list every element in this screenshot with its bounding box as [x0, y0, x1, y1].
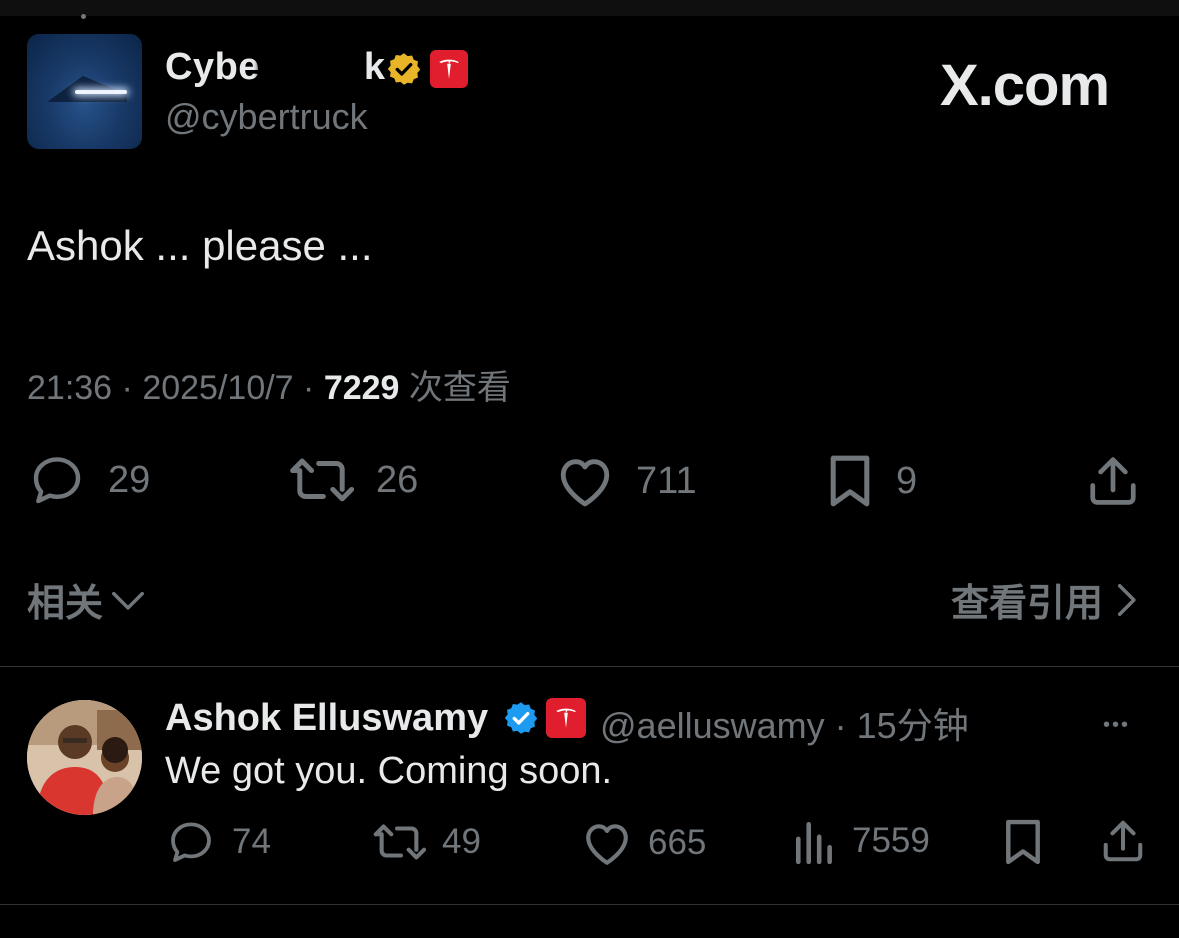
analytics-icon — [795, 821, 832, 864]
reply-time[interactable]: 15分钟 — [857, 705, 969, 746]
tesla-logo-icon — [556, 708, 576, 728]
reply-views-count: 7559 — [852, 821, 930, 860]
reply-handle-line: @aelluswamy · 15分钟 — [600, 697, 969, 749]
view-quotes-label: 查看引用 — [950, 583, 1103, 625]
heart-icon — [560, 459, 610, 507]
meta-separator: · — [834, 705, 847, 746]
gold-verified-icon[interactable] — [386, 51, 422, 87]
truck-silhouette — [47, 76, 127, 102]
share-icon — [1103, 820, 1143, 862]
blue-verified-icon[interactable] — [503, 700, 539, 736]
heart-icon — [586, 824, 628, 865]
reply-share-button[interactable] — [1100, 818, 1146, 864]
reply-like-button[interactable]: 665 — [582, 820, 706, 866]
truck-lightbar — [75, 90, 127, 94]
related-toggle[interactable]: 相关 — [27, 572, 147, 627]
reply-handle[interactable]: @aelluswamy — [600, 705, 825, 746]
status-strip — [0, 0, 1179, 16]
repost-button[interactable]: 26 — [288, 454, 418, 506]
views-label: 次查看 — [408, 369, 511, 407]
reply-text: We got you. Coming soon. — [165, 750, 613, 792]
reply-views-button[interactable]: 7559 — [794, 818, 930, 864]
post-meta: 21:36 · 2025/10/7 · 7229 次查看 — [27, 360, 511, 409]
chevron-down-icon — [112, 591, 145, 610]
reply-icon — [171, 822, 211, 862]
reply-like-count: 665 — [648, 823, 707, 862]
reply-button[interactable]: 29 — [28, 452, 150, 508]
section-divider — [0, 666, 1179, 667]
reply-repost-button[interactable]: 49 — [372, 820, 481, 864]
share-button[interactable] — [1086, 454, 1140, 508]
reply-icon — [33, 457, 81, 504]
avatar-photo — [27, 700, 142, 815]
bookmark-count: 9 — [896, 459, 918, 502]
ashok-avatar[interactable] — [27, 700, 142, 815]
post-page: Cybe k @cybertruck X.com Ashok ... please… — [0, 0, 1179, 938]
repost-count: 26 — [376, 458, 419, 501]
tesla-affiliate-badge[interactable] — [546, 698, 586, 738]
more-options-icon[interactable]: ••• — [1103, 714, 1130, 737]
share-icon — [1090, 457, 1136, 505]
bookmark-icon — [830, 455, 870, 507]
like-button[interactable]: 711 — [556, 454, 697, 508]
author-handle[interactable]: @cybertruck — [165, 96, 368, 138]
reply-reply-button[interactable]: 74 — [166, 818, 271, 866]
meta-separator: · — [303, 369, 315, 407]
reply-repost-count: 49 — [442, 822, 481, 861]
repost-icon — [373, 824, 426, 860]
name-redaction-blur — [258, 54, 354, 88]
repost-icon — [290, 458, 354, 502]
reply-count: 29 — [108, 458, 151, 501]
chevron-right-icon — [1117, 583, 1136, 616]
cybertruck-avatar[interactable] — [27, 34, 142, 149]
post-date[interactable]: 2025/10/7 — [142, 369, 293, 407]
views-count[interactable]: 7229 — [324, 369, 400, 407]
post-text: Ashok ... please ... — [27, 222, 373, 269]
section-divider — [0, 904, 1179, 905]
status-dot — [81, 14, 86, 19]
reply-author-name[interactable]: Ashok Elluswamy — [165, 697, 488, 740]
tesla-affiliate-badge[interactable] — [430, 50, 468, 88]
site-watermark: X.com — [940, 53, 1110, 118]
tesla-logo-icon — [439, 59, 459, 79]
post-time[interactable]: 21:36 — [27, 369, 112, 407]
meta-separator: · — [121, 369, 133, 407]
bookmark-button[interactable]: 9 — [826, 452, 917, 510]
bookmark-icon — [1006, 819, 1040, 865]
like-count: 711 — [636, 459, 697, 502]
view-quotes-link[interactable]: 查看引用 — [951, 572, 1139, 627]
reply-bookmark-button[interactable] — [1002, 816, 1044, 868]
related-label: 相关 — [27, 583, 104, 625]
reply-reply-count: 74 — [232, 822, 271, 861]
